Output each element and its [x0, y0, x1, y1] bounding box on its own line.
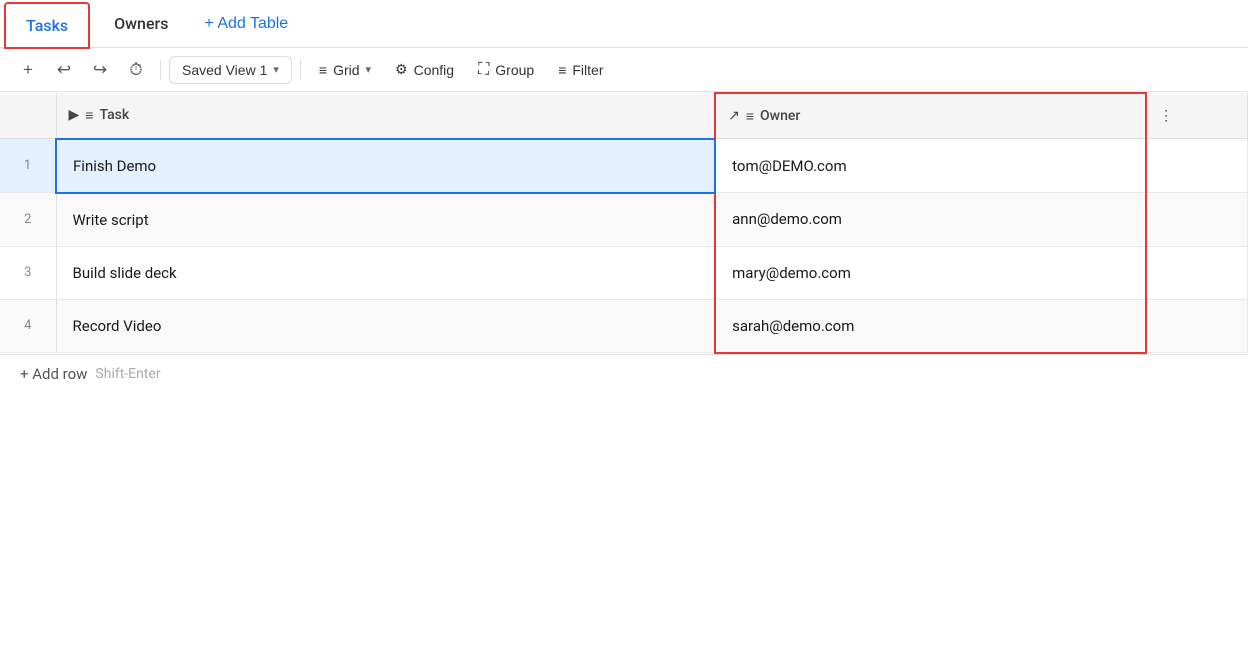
toolbar-separator-2 — [300, 60, 301, 80]
task-column-header[interactable]: ▶ ≡ Task — [56, 93, 715, 139]
extra-cell — [1146, 139, 1247, 193]
redo-icon: ↪ — [93, 60, 107, 80]
extra-col-icon: ⋮ — [1159, 108, 1173, 124]
undo-button[interactable]: ↩ — [48, 54, 80, 86]
add-row-label: + Add row — [20, 365, 87, 383]
task-cell[interactable]: Write script — [56, 193, 715, 247]
add-row-hint: Shift-Enter — [95, 366, 160, 382]
owner-cell: ann@demo.com — [715, 193, 1146, 247]
table-body: 1Finish Demotom@DEMO.com2Write scriptann… — [0, 139, 1248, 353]
toolbar: + ↩ ↪ ⏱ Saved View 1 ▾ ≡ Grid ▾ ⚙ Config… — [0, 48, 1248, 92]
extra-column-header[interactable]: ⋮ — [1146, 93, 1247, 139]
owner-cell: mary@demo.com — [715, 246, 1146, 299]
filter-icon: ≡ — [558, 62, 566, 78]
add-icon: + — [23, 60, 33, 80]
grid-label: Grid — [333, 62, 359, 78]
grid-button[interactable]: ≡ Grid ▾ — [309, 57, 381, 83]
history-icon: ⏱ — [129, 60, 142, 80]
task-cell[interactable]: Record Video — [56, 299, 715, 353]
task-cell[interactable]: Finish Demo — [56, 139, 715, 193]
grid-container: ▶ ≡ Task ↗ ≡ Owner ⋮ — [0, 92, 1248, 354]
extra-cell — [1146, 299, 1247, 353]
tab-owners-label: Owners — [114, 14, 168, 33]
add-button[interactable]: + — [12, 54, 44, 86]
redo-button[interactable]: ↪ — [84, 54, 116, 86]
grid-chevron: ▾ — [366, 63, 372, 76]
saved-view-label: Saved View 1 — [182, 62, 267, 78]
row-num-cell: 4 — [0, 299, 56, 353]
table-row[interactable]: 1Finish Demotom@DEMO.com — [0, 139, 1248, 193]
saved-view-button[interactable]: Saved View 1 ▾ — [169, 56, 292, 84]
group-label: Group — [495, 62, 534, 78]
owner-cell: sarah@demo.com — [715, 299, 1146, 353]
group-button[interactable]: ⛶ Group — [468, 56, 544, 84]
extra-cell — [1146, 193, 1247, 247]
table-row[interactable]: 3Build slide deckmary@demo.com — [0, 246, 1248, 299]
tab-bar: Tasks Owners + Add Table — [0, 0, 1248, 48]
owner-column-header[interactable]: ↗ ≡ Owner — [715, 93, 1146, 139]
filter-label: Filter — [572, 62, 603, 78]
toolbar-separator — [160, 60, 161, 80]
config-button[interactable]: ⚙ Config — [385, 56, 464, 83]
row-num-cell: 1 — [0, 139, 56, 193]
grid-icon: ≡ — [319, 62, 327, 78]
add-row-area[interactable]: + Add row Shift-Enter — [0, 354, 1248, 393]
filter-button[interactable]: ≡ Filter — [548, 57, 613, 83]
config-icon: ⚙ — [395, 61, 408, 78]
add-table-button[interactable]: + Add Table — [188, 15, 304, 33]
task-col-list-icon: ≡ — [85, 107, 93, 124]
data-table: ▶ ≡ Task ↗ ≡ Owner ⋮ — [0, 92, 1248, 354]
saved-view-chevron: ▾ — [273, 63, 279, 76]
task-col-arrow-icon: ▶ — [69, 107, 80, 123]
config-label: Config — [414, 62, 454, 78]
task-col-label: Task — [99, 107, 129, 123]
group-icon: ⛶ — [478, 61, 489, 79]
history-button[interactable]: ⏱ — [120, 54, 152, 86]
table-row[interactable]: 2Write scriptann@demo.com — [0, 193, 1248, 247]
extra-cell — [1146, 246, 1247, 299]
owner-col-list-icon: ≡ — [746, 108, 754, 125]
row-num-header — [0, 93, 56, 139]
row-num-cell: 2 — [0, 193, 56, 247]
row-num-cell: 3 — [0, 246, 56, 299]
owner-col-sort-icon: ↗ — [728, 108, 740, 124]
add-table-label: + Add Table — [204, 15, 288, 33]
task-cell[interactable]: Build slide deck — [56, 246, 715, 299]
tab-owners[interactable]: Owners — [94, 0, 188, 47]
undo-icon: ↩ — [57, 60, 71, 80]
table-row[interactable]: 4Record Videosarah@demo.com — [0, 299, 1248, 353]
owner-cell: tom@DEMO.com — [715, 139, 1146, 193]
tab-tasks[interactable]: Tasks — [4, 2, 90, 49]
owner-col-label: Owner — [760, 108, 800, 124]
table-header-row: ▶ ≡ Task ↗ ≡ Owner ⋮ — [0, 93, 1248, 139]
tab-tasks-label: Tasks — [26, 16, 68, 35]
